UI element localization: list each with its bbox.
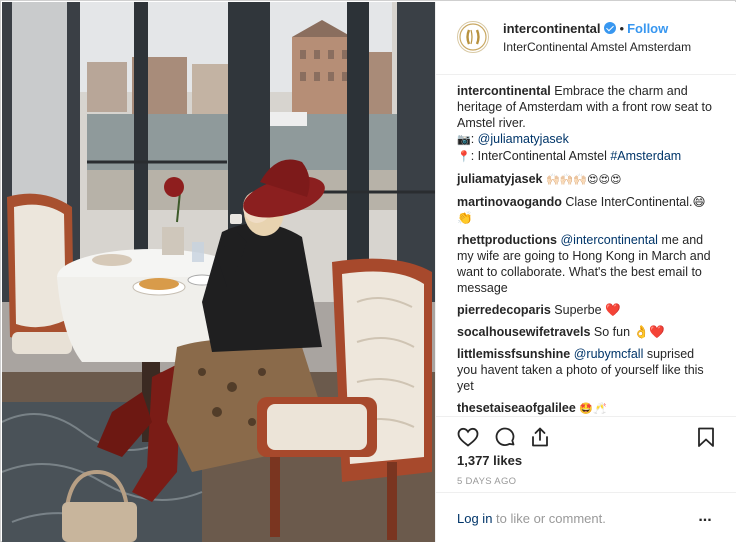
caption-credit-mention[interactable]: @juliamatyjasek	[478, 132, 569, 146]
list-item: rhettproductions @intercontinental me an…	[457, 232, 715, 296]
login-prompt-text: to like or comment.	[492, 511, 606, 526]
post-timestamp[interactable]: 5 DAYS AGO	[457, 476, 516, 487]
comment-username[interactable]: martinovaogando	[457, 195, 562, 209]
list-item: littlemissfsunshine @rubymcfall suprised…	[457, 346, 715, 394]
caption-credit-prefix: :	[470, 132, 478, 146]
share-icon[interactable]	[528, 425, 552, 449]
header-row: intercontinental • Follow	[503, 20, 668, 38]
comment-icon[interactable]	[493, 425, 517, 449]
header-username[interactable]: intercontinental	[503, 21, 601, 36]
camera-emoji: 📷	[457, 133, 471, 146]
comment-mention[interactable]: @intercontinental	[560, 233, 657, 247]
pin-emoji: 📍	[457, 150, 471, 163]
caption: intercontinental Embrace the charm and h…	[457, 83, 715, 165]
more-icon[interactable]: ...	[695, 507, 715, 527]
comment-mention[interactable]: @rubymcfall	[574, 347, 644, 361]
likes-count[interactable]: 1,377 likes	[457, 453, 522, 468]
verified-badge-icon	[603, 22, 616, 34]
comment-text: So fun 👌❤️	[593, 325, 665, 339]
caption-hashtag[interactable]: #Amsterdam	[610, 149, 681, 163]
list-item: thesetaiseaofgalilee 🤩🥂	[457, 400, 715, 416]
list-item: socalhousewifetravels So fun 👌❤️	[457, 324, 715, 340]
location-link[interactable]: InterContinental Amstel Amsterdam	[503, 39, 691, 55]
comment-username[interactable]: littlemissfsunshine	[457, 347, 570, 361]
heart-icon[interactable]	[456, 425, 480, 449]
avatar[interactable]	[457, 21, 489, 53]
post-header: intercontinental • Follow InterContinental…	[436, 2, 736, 75]
comment-text: Superbe ❤️	[554, 303, 621, 317]
photo-illustration	[2, 2, 435, 542]
list-item: pierredecoparis Superbe ❤️	[457, 302, 715, 318]
login-prompt: Log in to like or comment.	[457, 511, 606, 526]
list-item: martinovaogando Clase InterContinental.😄…	[457, 194, 715, 226]
comment-text: 🤩🥂	[579, 402, 607, 415]
caption-username[interactable]: intercontinental	[457, 84, 551, 98]
follow-button[interactable]: Follow	[627, 21, 668, 36]
comment-username[interactable]: socalhousewifetravels	[457, 325, 590, 339]
comment-username[interactable]: juliamatyjasek	[457, 172, 542, 186]
intercontinental-logo-icon	[459, 23, 487, 51]
comment-text: 🙌🏻🙌🏻🙌🏻😍😍😍	[545, 173, 622, 186]
comment-username[interactable]: pierredecoparis	[457, 303, 551, 317]
post-photo[interactable]	[2, 2, 435, 542]
login-link[interactable]: Log in	[457, 511, 492, 526]
list-item: juliamatyjasek 🙌🏻🙌🏻🙌🏻😍😍😍	[457, 171, 715, 188]
bookmark-icon[interactable]	[694, 425, 718, 449]
post-side-panel: intercontinental • Follow InterContinental…	[435, 2, 736, 542]
comments-list[interactable]: intercontinental Embrace the charm and h…	[436, 76, 736, 416]
caption-location-prefix: : InterContinental Amstel	[470, 149, 611, 163]
comment-username[interactable]: rhettproductions	[457, 233, 557, 247]
instagram-post: intercontinental • Follow InterContinental…	[0, 0, 736, 542]
header-separator: •	[619, 21, 625, 36]
comment-username[interactable]: thesetaiseaofgalilee	[457, 401, 576, 415]
login-footer: Log in to like or comment. ...	[436, 492, 736, 542]
